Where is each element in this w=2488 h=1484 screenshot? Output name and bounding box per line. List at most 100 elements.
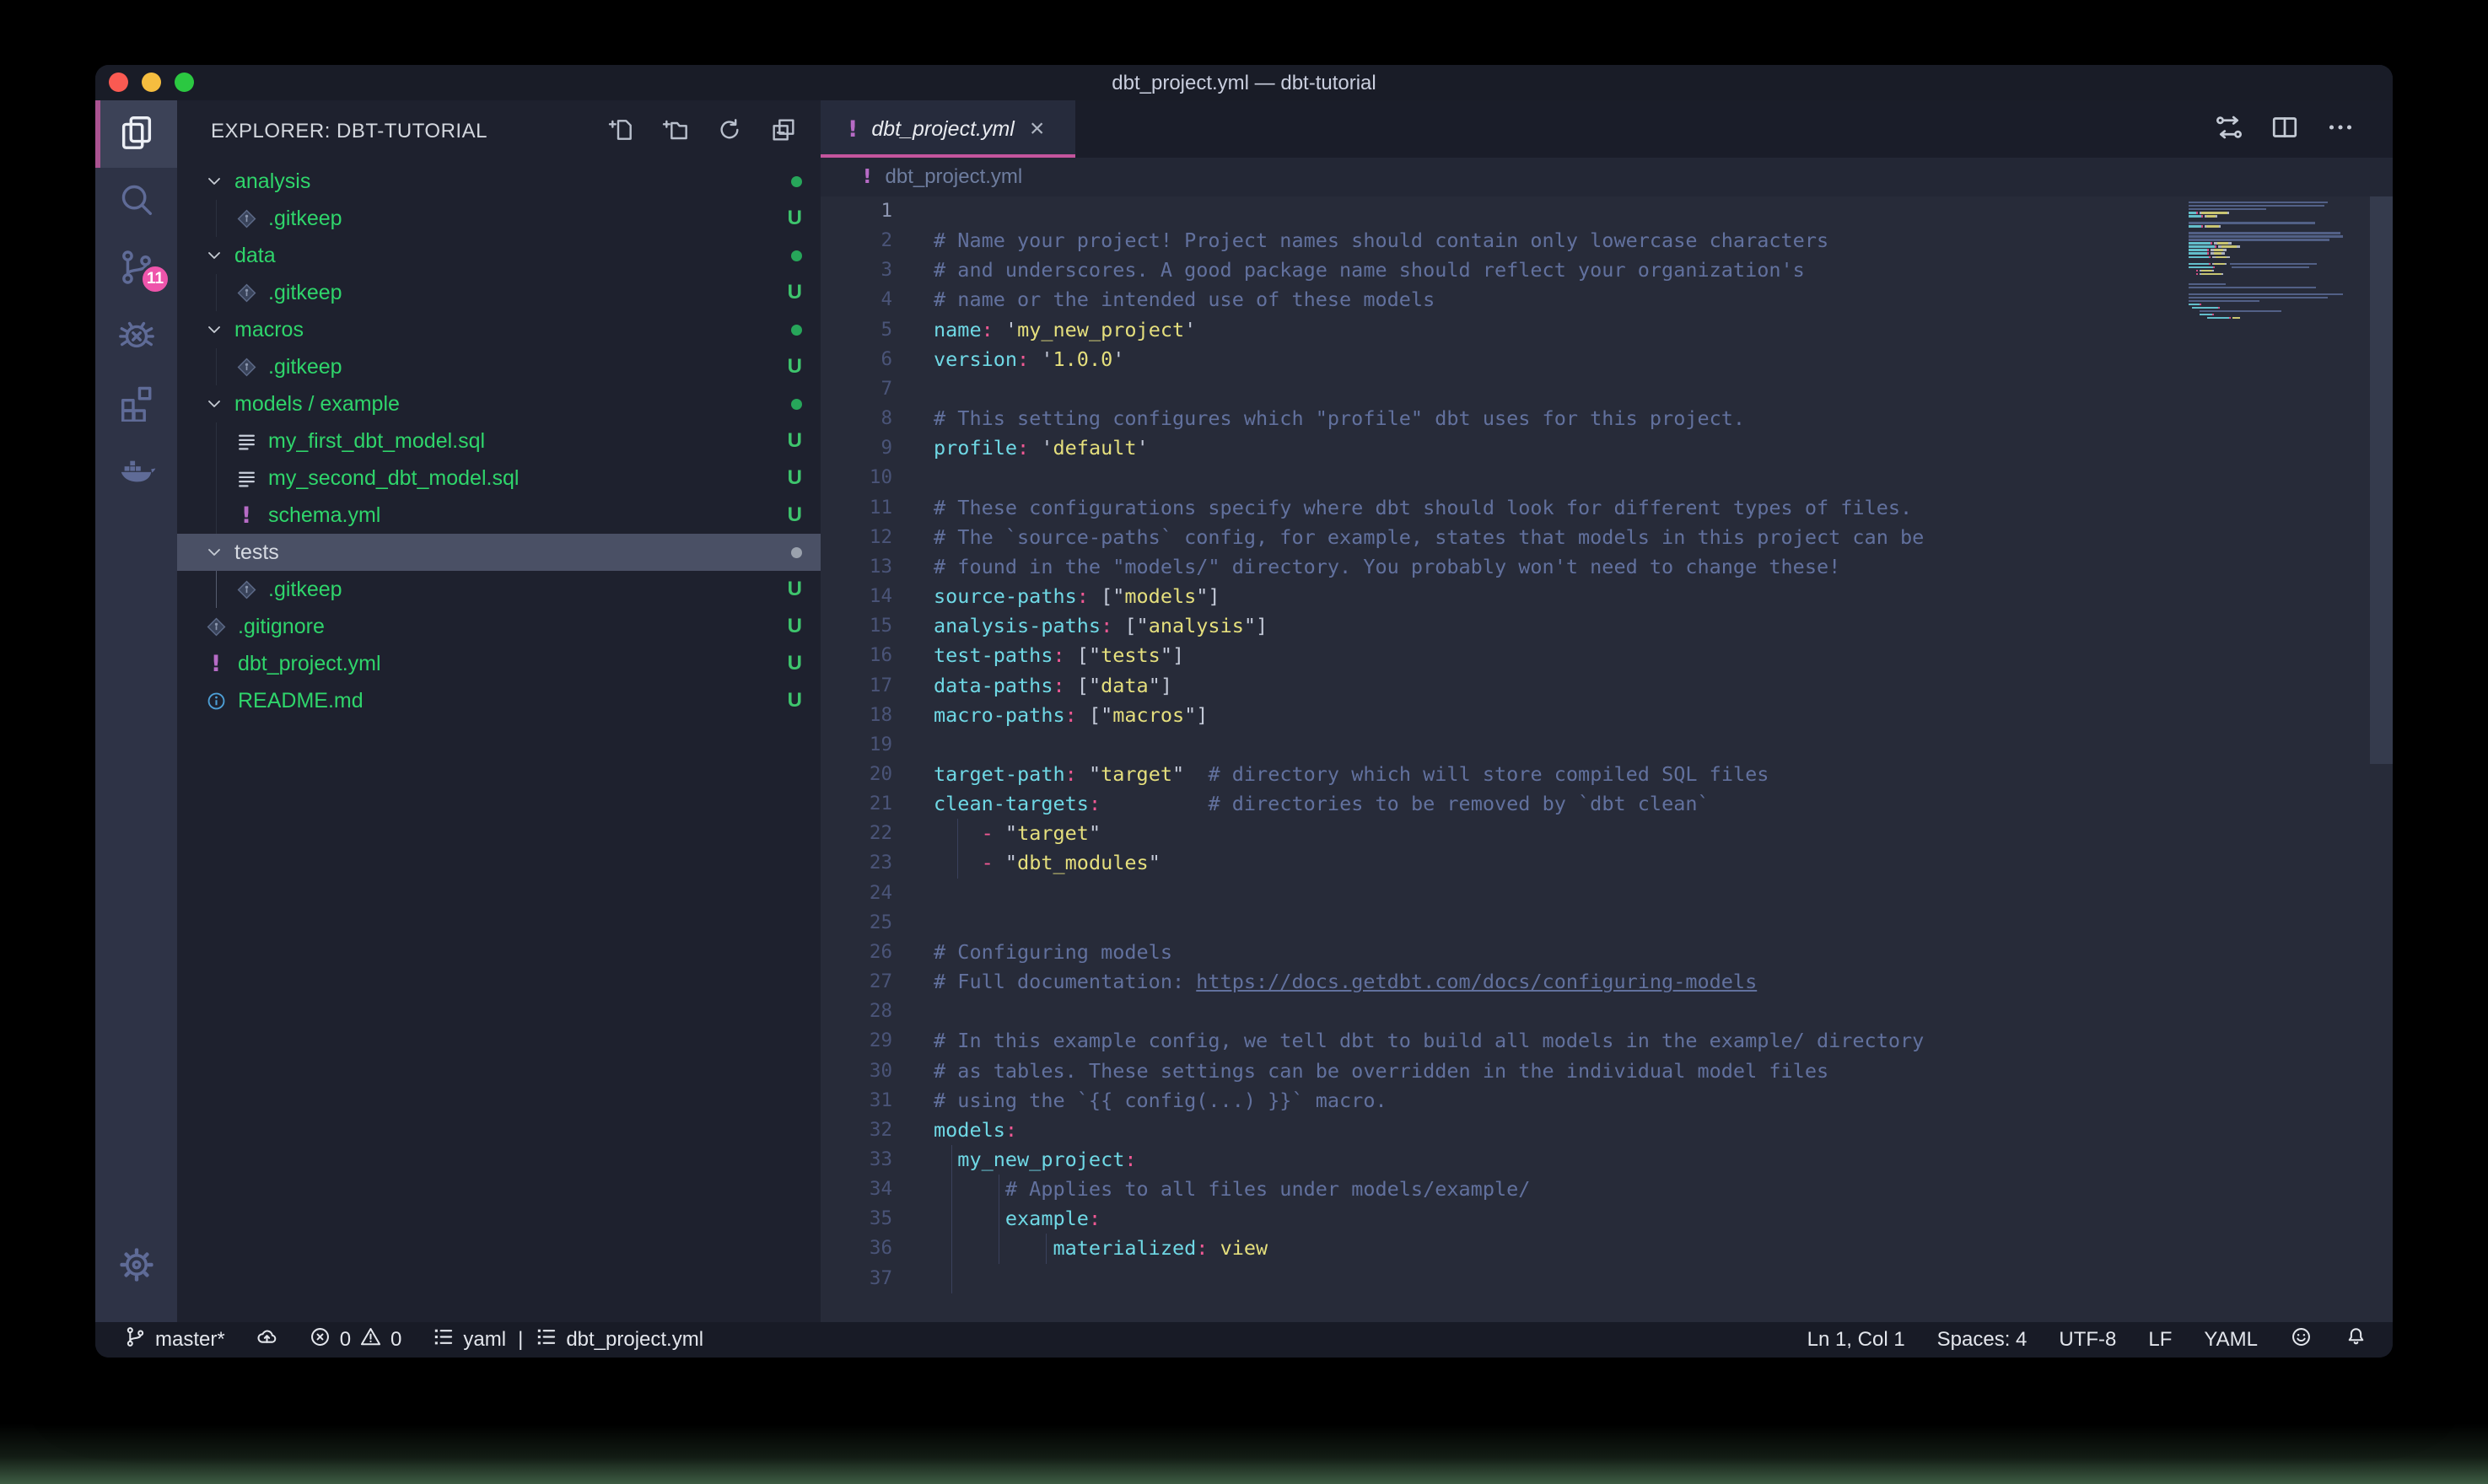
chevron-down-icon[interactable] [199,311,229,348]
open-changes-button[interactable] [2214,112,2244,147]
scrollbar-thumb[interactable] [2370,196,2393,764]
tree-file-my-first-dbt-model-sql[interactable]: my_first_dbt_model.sqlU [177,422,821,460]
line-number: 29 [821,1026,892,1056]
tree-file--gitignore[interactable]: .gitignoreU [177,608,821,645]
status-eol[interactable]: LF [2148,1328,2172,1352]
code-line-20[interactable]: 20target-path: "target" # directory whic… [821,760,2393,789]
status-encoding[interactable]: UTF-8 [2059,1328,2116,1352]
code-line-22[interactable]: 22 - "target" [821,819,2393,848]
code-line-3[interactable]: 3# and underscores. A good package name … [821,255,2393,285]
refresh-button[interactable] [716,116,743,148]
code-line-24[interactable]: 24 [821,879,2393,908]
code-line-23[interactable]: 23 - "dbt_modules" [821,848,2393,878]
new-folder-button[interactable] [662,116,689,148]
tree-folder-analysis[interactable]: analysis [177,163,821,200]
tree-file-my-second-dbt-model-sql[interactable]: my_second_dbt_model.sqlU [177,460,821,497]
status-language-mode[interactable]: YAML [2204,1328,2258,1352]
code-line-27[interactable]: 27# Full documentation: https://docs.get… [821,967,2393,997]
code-line-14[interactable]: 14source-paths: ["models"] [821,582,2393,611]
chevron-down-icon[interactable] [199,534,229,571]
tree-folder-data[interactable]: data [177,237,821,274]
settings-button[interactable] [95,1233,177,1300]
minimap-line [2189,293,2343,295]
tree-file-schema-yml[interactable]: !schema.ymlU [177,497,821,534]
line-number: 8 [821,404,892,433]
code-line-4[interactable]: 4# name or the intended use of these mod… [821,285,2393,315]
refresh-icon [716,132,743,147]
breadcrumb[interactable]: ! dbt_project.yml [821,158,2393,196]
status-sync[interactable] [256,1325,278,1354]
code-line-29[interactable]: 29# In this example config, we tell dbt … [821,1026,2393,1056]
git-file-icon [229,200,263,237]
tree-folder-models-example[interactable]: models / example [177,385,821,422]
code-line-15[interactable]: 15analysis-paths: ["analysis"] [821,611,2393,641]
activity-item-search[interactable] [95,168,177,235]
more-actions-button[interactable] [2325,112,2356,147]
collapse-all-button[interactable] [770,116,797,148]
breadcrumb-file[interactable]: dbt_project.yml [886,165,1023,189]
code-line-8[interactable]: 8# This setting configures which "profil… [821,404,2393,433]
code-lines: 12# Name your project! Project names sho… [821,196,2393,1293]
close-tab-icon[interactable]: × [1030,116,1045,142]
code-line-31[interactable]: 31# using the `{{ config(...) }}` macro. [821,1086,2393,1116]
status-git-branch[interactable]: master* [124,1325,225,1354]
code-line-2[interactable]: 2# Name your project! Project names shou… [821,226,2393,255]
tree-file--gitkeep[interactable]: .gitkeepU [177,274,821,311]
tree-folder-tests[interactable]: tests [177,534,821,571]
code-line-11[interactable]: 11# These configurations specify where d… [821,493,2393,523]
code-line-6[interactable]: 6version: '1.0.0' [821,345,2393,374]
tree-file-dbt-project-yml[interactable]: !dbt_project.ymlU [177,645,821,682]
git-untracked-badge: U [788,466,802,490]
code-line-36[interactable]: 36 materialized: view [821,1234,2393,1263]
code-line-28[interactable]: 28 [821,997,2393,1026]
code-line-33[interactable]: 33 my_new_project: [821,1145,2393,1175]
tree-file--gitkeep[interactable]: .gitkeepU [177,200,821,237]
new-file-button[interactable] [608,116,635,148]
active-tab-indicator [821,154,1075,158]
code-line-10[interactable]: 10 [821,463,2393,492]
status-feedback[interactable] [2290,1325,2313,1354]
code-line-13[interactable]: 13# found in the "models/" directory. Yo… [821,552,2393,582]
chevron-down-icon[interactable] [199,163,229,200]
status-indentation[interactable]: Spaces: 4 [1937,1328,2028,1352]
code-line-21[interactable]: 21clean-targets: # directories to be rem… [821,789,2393,819]
code-line-16[interactable]: 16test-paths: ["tests"] [821,641,2393,670]
tree-file--gitkeep[interactable]: .gitkeepU [177,348,821,385]
code-line-17[interactable]: 17data-paths: ["data"] [821,671,2393,701]
code-line-26[interactable]: 26# Configuring models [821,938,2393,967]
activity-bar: 11 [95,100,177,1322]
tree-file-readme-md[interactable]: README.mdU [177,682,821,719]
tree-folder-macros[interactable]: macros [177,311,821,348]
status-notifications[interactable] [2345,1325,2367,1354]
split-editor-button[interactable] [2270,112,2300,147]
chevron-down-icon[interactable] [199,237,229,274]
code-line-1[interactable]: 1 [821,196,2393,226]
code-line-5[interactable]: 5name: 'my_new_project' [821,315,2393,345]
code-line-25[interactable]: 25 [821,908,2393,938]
activity-item-debug[interactable] [95,303,177,370]
code-line-34[interactable]: 34 # Applies to all files under models/e… [821,1175,2393,1204]
code-line-7[interactable]: 7 [821,374,2393,404]
code-line-37[interactable]: 37 [821,1264,2393,1293]
code-line-12[interactable]: 12# The `source-paths` config, for examp… [821,523,2393,552]
status-cursor-position[interactable]: Ln 1, Col 1 [1807,1328,1905,1352]
code-line-35[interactable]: 35 example: [821,1204,2393,1234]
status-bar-left: master* 00 yaml|dbt_project.yml [124,1325,703,1354]
tree-file--gitkeep[interactable]: .gitkeepU [177,571,821,608]
activity-item-docker[interactable] [95,438,177,505]
code-editor[interactable]: 12# Name your project! Project names sho… [821,196,2393,1322]
tab-dbt-project-yml[interactable]: ! dbt_project.yml × [821,100,1075,158]
activity-item-explorer[interactable] [95,100,177,168]
code-line-9[interactable]: 9profile: 'default' [821,433,2393,463]
activity-item-source-control[interactable]: 11 [95,235,177,303]
code-line-30[interactable]: 30# as tables. These settings can be ove… [821,1057,2393,1086]
code-line-19[interactable]: 19 [821,730,2393,760]
chevron-down-icon[interactable] [199,385,229,422]
code-line-32[interactable]: 32models: [821,1116,2393,1145]
code-line-18[interactable]: 18macro-paths: ["macros"] [821,701,2393,730]
status-task-yaml[interactable]: yaml|dbt_project.yml [432,1325,703,1354]
status-problems[interactable]: 00 [309,1325,402,1354]
line-number: 4 [821,285,892,315]
activity-item-extensions[interactable] [95,370,177,438]
git-untracked-badge: U [788,355,802,379]
